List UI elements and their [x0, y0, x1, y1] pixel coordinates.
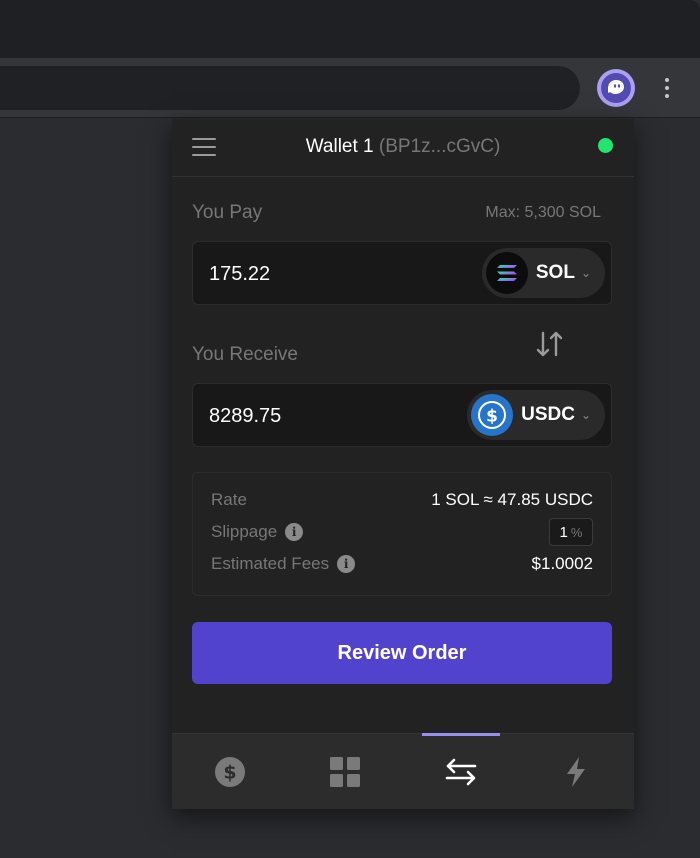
swap-details-panel: Rate 1 SOL ≈ 47.85 USDC Slippage i 1 % E…: [192, 472, 612, 596]
slippage-row: Slippage i 1 %: [211, 518, 593, 546]
fees-row: Estimated Fees i $1.0002: [211, 552, 593, 576]
connection-status-dot: [598, 138, 613, 153]
wallet-title[interactable]: Wallet 1 (BP1z...cGvC): [172, 136, 634, 158]
browser-toolbar: [0, 58, 700, 118]
browser-tab-strip: [0, 0, 700, 58]
receive-token-selector[interactable]: $ USDC ⌄: [467, 390, 605, 440]
receive-token-name: USDC: [521, 404, 575, 425]
info-icon[interactable]: i: [337, 555, 356, 573]
pay-token-name: SOL: [535, 262, 575, 283]
pay-label: You Pay: [192, 202, 263, 223]
pay-token-selector[interactable]: SOL ⌄: [481, 248, 605, 298]
tab-collectibles[interactable]: [288, 734, 404, 809]
svg-text:$: $: [223, 761, 236, 783]
address-bar[interactable]: [0, 66, 580, 110]
dollar-icon: $: [214, 756, 245, 787]
tab-activity[interactable]: [519, 734, 635, 809]
receive-amount-field: $ USDC ⌄: [192, 383, 612, 447]
pay-amount-input[interactable]: [209, 260, 409, 288]
phantom-ghost-icon: [601, 73, 631, 103]
slippage-unit: %: [570, 524, 583, 540]
swap-arrows-icon: [445, 758, 477, 785]
popup-header: Wallet 1 (BP1z...cGvC): [172, 119, 634, 177]
phantom-extension-button[interactable]: [597, 69, 635, 107]
slippage-input[interactable]: 1 %: [549, 518, 593, 546]
pay-amount-field: SOL ⌄: [192, 241, 612, 305]
grid-icon: [330, 756, 361, 787]
slippage-label-group: Slippage i: [211, 522, 304, 542]
tab-tokens[interactable]: $: [172, 734, 288, 809]
rate-row: Rate 1 SOL ≈ 47.85 USDC: [211, 488, 593, 512]
chevron-down-icon: ⌄: [580, 266, 591, 280]
solana-icon: [485, 252, 528, 294]
rate-value: 1 SOL ≈ 47.85 USDC: [431, 490, 593, 509]
kebab-menu-icon[interactable]: [660, 76, 674, 100]
receive-amount-input[interactable]: [209, 402, 409, 430]
chevron-down-icon: ⌄: [580, 408, 591, 422]
bottom-nav: $: [172, 733, 634, 809]
usdc-icon: $: [471, 394, 514, 436]
svg-text:$: $: [486, 407, 498, 427]
wallet-name: Wallet 1: [305, 136, 374, 157]
review-order-button[interactable]: Review Order: [192, 622, 612, 684]
slippage-label: Slippage: [211, 522, 278, 541]
swap-direction-icon[interactable]: [534, 329, 566, 359]
info-icon[interactable]: i: [285, 523, 304, 541]
rate-label: Rate: [211, 490, 247, 509]
fees-value: $1.0002: [531, 554, 593, 573]
max-amount-label[interactable]: Max: 5,300 SOL: [485, 204, 601, 222]
fees-label-group: Estimated Fees i: [211, 554, 356, 574]
wallet-address: (BP1z...cGvC): [378, 136, 501, 157]
fees-label: Estimated Fees: [211, 554, 330, 573]
wallet-popup: Wallet 1 (BP1z...cGvC) You Pay Max: 5,30…: [172, 119, 634, 809]
slippage-value: 1: [559, 523, 568, 541]
lightning-icon: [567, 756, 586, 787]
receive-label: You Receive: [192, 344, 298, 365]
tab-swap[interactable]: [403, 733, 519, 809]
